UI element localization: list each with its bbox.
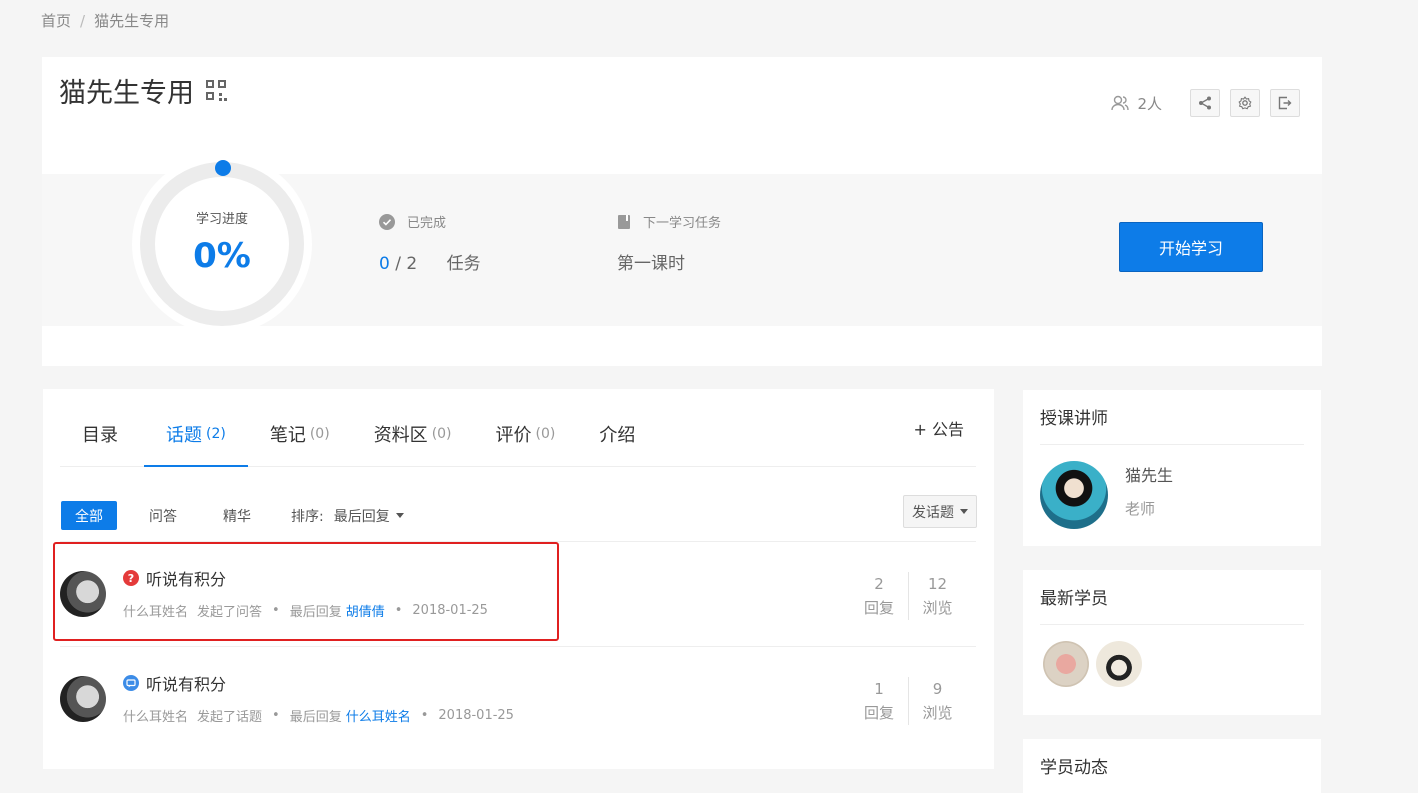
view-count: 12 浏览 — [908, 572, 966, 620]
completed-unit: 任务 — [446, 254, 481, 274]
tab-catalog[interactable]: 目录 — [60, 388, 144, 466]
add-announcement-button[interactable]: + 公告 — [914, 416, 965, 440]
topic-action: 发起了话题 — [197, 710, 263, 725]
filter-qa[interactable]: 问答 — [135, 501, 191, 530]
tab-materials[interactable]: 资料区 (0) — [352, 388, 474, 466]
course-tabs: 目录 话题 (2) 笔记 (0) 资料区 (0) 评价 (0) 介绍 — [60, 389, 976, 467]
view-count: 9 浏览 — [908, 677, 966, 725]
share-icon — [1199, 96, 1211, 110]
topic-counts: 2 回复 12 浏览 — [850, 572, 966, 620]
settings-button[interactable] — [1230, 89, 1260, 117]
user-group-icon — [1111, 95, 1130, 111]
sort-dropdown[interactable]: 排序: 最后回复 — [291, 506, 404, 526]
new-students-card: 最新学员 — [1023, 570, 1321, 715]
settings-icon — [1238, 96, 1252, 110]
student-activity-title: 学员动态 — [1040, 753, 1304, 793]
caret-down-icon — [960, 509, 968, 514]
next-task-name[interactable]: 第一课时 — [617, 249, 721, 274]
teacher-title: 授课讲师 — [1040, 404, 1304, 445]
student-avatar[interactable] — [1096, 641, 1142, 687]
teacher-card: 授课讲师 猫先生 老师 — [1023, 390, 1321, 546]
tab-reviews[interactable]: 评价 (0) — [474, 388, 578, 466]
last-reply-label: 最后回复 — [289, 710, 342, 725]
discussion-icon — [123, 675, 139, 691]
tab-topics[interactable]: 话题 (2) — [144, 388, 248, 467]
breadcrumb-home[interactable]: 首页 — [41, 12, 71, 30]
new-students-title: 最新学员 — [1040, 584, 1304, 625]
topic-title[interactable]: 听说有积分 — [146, 671, 226, 695]
last-reply-user[interactable]: 什么耳姓名 — [346, 706, 411, 725]
student-avatar[interactable] — [1043, 641, 1089, 687]
completed-stat: 已完成 0 / 2 任务 — [379, 212, 481, 274]
progress-label: 学习进度 — [195, 212, 248, 227]
qrcode-icon[interactable] — [206, 80, 227, 101]
post-topic-button[interactable]: 发话题 — [903, 495, 977, 528]
reply-count: 2 回复 — [863, 575, 894, 617]
course-title: 猫先生专用 — [59, 78, 194, 109]
topic-author[interactable]: 什么耳姓名 — [123, 706, 188, 725]
progress-percent: 0% — [193, 236, 251, 276]
course-header: 猫先生专用 2人 学习进度 0% 已完成 0 / 2 任务 下一学习任务 第一课… — [42, 57, 1322, 366]
topic-meta: 什么耳姓名 发起了话题 • 最后回复 什么耳姓名 • 2018-01-25 — [123, 706, 514, 725]
teacher-role: 老师 — [1125, 500, 1156, 518]
sort-label: 排序: — [291, 508, 324, 525]
header-actions: 2人 — [1111, 89, 1300, 117]
tab-notes[interactable]: 笔记 (0) — [248, 388, 352, 466]
breadcrumb-current: 猫先生专用 — [94, 12, 170, 30]
student-activity-card: 学员动态 — [1023, 739, 1321, 793]
breadcrumb-separator: / — [80, 12, 86, 30]
filter-all[interactable]: 全部 — [61, 501, 117, 530]
reply-count: 1 回复 — [863, 680, 894, 722]
next-task-stat: 下一学习任务 第一课时 — [617, 212, 721, 274]
sort-value: 最后回复 — [333, 508, 390, 525]
exit-icon — [1278, 96, 1292, 110]
members-count[interactable]: 2人 — [1111, 93, 1162, 114]
check-circle-icon — [379, 213, 395, 230]
completed-label: 已完成 — [407, 216, 447, 231]
avatar[interactable] — [60, 676, 106, 722]
progress-ring: 学习进度 0% — [132, 154, 312, 334]
progress-indicator-dot — [215, 160, 231, 176]
completed-done: 0 — [379, 254, 390, 274]
exit-button[interactable] — [1270, 89, 1300, 117]
breadcrumb: 首页 / 猫先生专用 — [41, 10, 169, 31]
topic-date: 2018-01-25 — [438, 708, 514, 723]
completed-total: / 2 — [395, 254, 418, 274]
teacher-name[interactable]: 猫先生 — [1125, 462, 1173, 486]
course-title-row: 猫先生专用 — [59, 71, 227, 110]
book-icon — [618, 214, 630, 229]
share-button[interactable] — [1190, 89, 1220, 117]
progress-band: 学习进度 0% 已完成 0 / 2 任务 下一学习任务 第一课时 开始学习 — [42, 154, 1322, 334]
teacher-avatar[interactable] — [1040, 461, 1108, 529]
members-count-text: 2人 — [1137, 94, 1162, 113]
topic-row[interactable]: 听说有积分 什么耳姓名 发起了话题 • 最后回复 什么耳姓名 • 2018-01… — [60, 646, 976, 751]
next-task-label: 下一学习任务 — [643, 216, 722, 231]
tab-intro[interactable]: 介绍 — [577, 388, 661, 466]
start-learning-button[interactable]: 开始学习 — [1119, 222, 1263, 272]
caret-down-icon — [395, 513, 404, 518]
filter-featured[interactable]: 精华 — [209, 501, 265, 530]
highlight-box — [53, 542, 559, 641]
topic-counts: 1 回复 9 浏览 — [850, 677, 966, 725]
topic-filters: 全部 问答 精华 排序: 最后回复 — [61, 501, 404, 530]
